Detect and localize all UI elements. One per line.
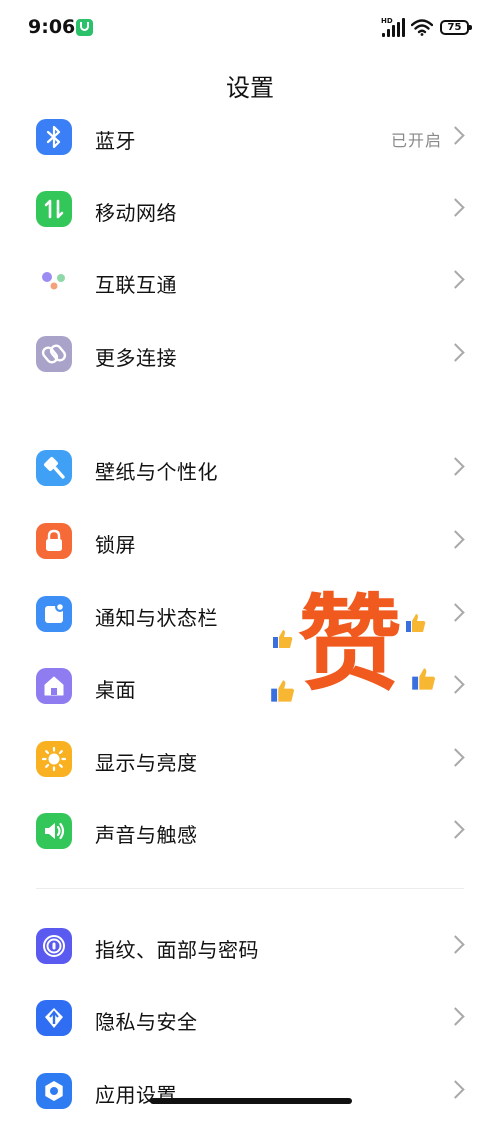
item-label: 显示与亮度	[95, 751, 198, 775]
item-label: 蓝牙	[95, 129, 136, 153]
notification-icon	[36, 596, 72, 632]
item-label: 更多连接	[95, 346, 177, 370]
hd-label: HD	[381, 17, 393, 25]
settings-item-sound[interactable]: 声音与触感	[0, 795, 500, 867]
thumbs-up-icon	[271, 680, 295, 702]
item-label: 通知与状态栏	[95, 606, 218, 630]
chevron-right-icon	[446, 343, 465, 362]
chevron-right-icon	[446, 530, 465, 549]
settings-item-wallpaper[interactable]: 壁纸与个性化	[0, 432, 500, 504]
thumbs-up-icon	[406, 614, 426, 632]
sound-icon	[36, 813, 72, 849]
lock-icon	[36, 523, 72, 559]
home-indicator[interactable]	[150, 1098, 352, 1104]
thumbs-up-icon	[273, 630, 293, 648]
paint-icon	[36, 450, 72, 486]
chevron-right-icon	[446, 935, 465, 954]
item-label: 移动网络	[95, 201, 177, 225]
fingerprint-icon	[36, 928, 72, 964]
bluetooth-icon	[36, 119, 72, 155]
cellular-signal-icon: HD	[381, 17, 407, 37]
like-sticker: 赞	[262, 592, 452, 723]
like-sticker-text: 赞	[298, 583, 403, 705]
notification-app-icon	[76, 19, 93, 36]
privacy-icon	[36, 1000, 72, 1036]
chevron-right-icon	[446, 1007, 465, 1026]
thumbs-up-icon	[412, 668, 436, 690]
chevron-right-icon	[446, 748, 465, 767]
wifi-icon	[411, 19, 433, 36]
settings-item-lock-screen[interactable]: 锁屏	[0, 505, 500, 577]
status-bar: 9:06 HD 75	[0, 0, 500, 56]
item-label: 壁纸与个性化	[95, 460, 218, 484]
settings-item-app-settings[interactable]: 应用设置	[0, 1055, 500, 1127]
item-label: 隐私与安全	[95, 1010, 198, 1034]
chevron-right-icon	[446, 198, 465, 217]
settings-item-mobile-network[interactable]: 移动网络	[0, 173, 500, 245]
section-divider	[36, 888, 464, 889]
mobile-data-icon	[36, 191, 72, 227]
chevron-right-icon	[446, 820, 465, 839]
item-label: 锁屏	[95, 533, 136, 557]
page-title: 设置	[226, 74, 274, 102]
app-settings-icon	[36, 1073, 72, 1109]
status-time: 9:06	[28, 16, 76, 38]
item-label: 指纹、面部与密码	[95, 938, 259, 962]
settings-item-display[interactable]: 显示与亮度	[0, 723, 500, 795]
chevron-right-icon	[446, 1080, 465, 1099]
brightness-icon	[36, 741, 72, 777]
chevron-right-icon	[446, 457, 465, 476]
settings-item-fingerprint[interactable]: 指纹、面部与密码	[0, 910, 500, 982]
home-icon	[36, 668, 72, 704]
settings-item-privacy[interactable]: 隐私与安全	[0, 982, 500, 1054]
chevron-right-icon	[446, 126, 465, 145]
interconnect-icon	[36, 263, 72, 299]
item-value: 已开启	[390, 131, 442, 150]
battery-icon: 75	[440, 20, 472, 35]
settings-item-more-connections[interactable]: 更多连接	[0, 318, 500, 390]
item-label: 桌面	[95, 678, 136, 702]
chevron-right-icon	[446, 270, 465, 289]
settings-item-bluetooth[interactable]: 蓝牙 已开启	[0, 101, 500, 173]
settings-item-interconnect[interactable]: 互联互通	[0, 245, 500, 317]
item-label: 互联互通	[95, 273, 177, 297]
link-icon	[36, 336, 72, 372]
item-label: 声音与触感	[95, 823, 198, 847]
